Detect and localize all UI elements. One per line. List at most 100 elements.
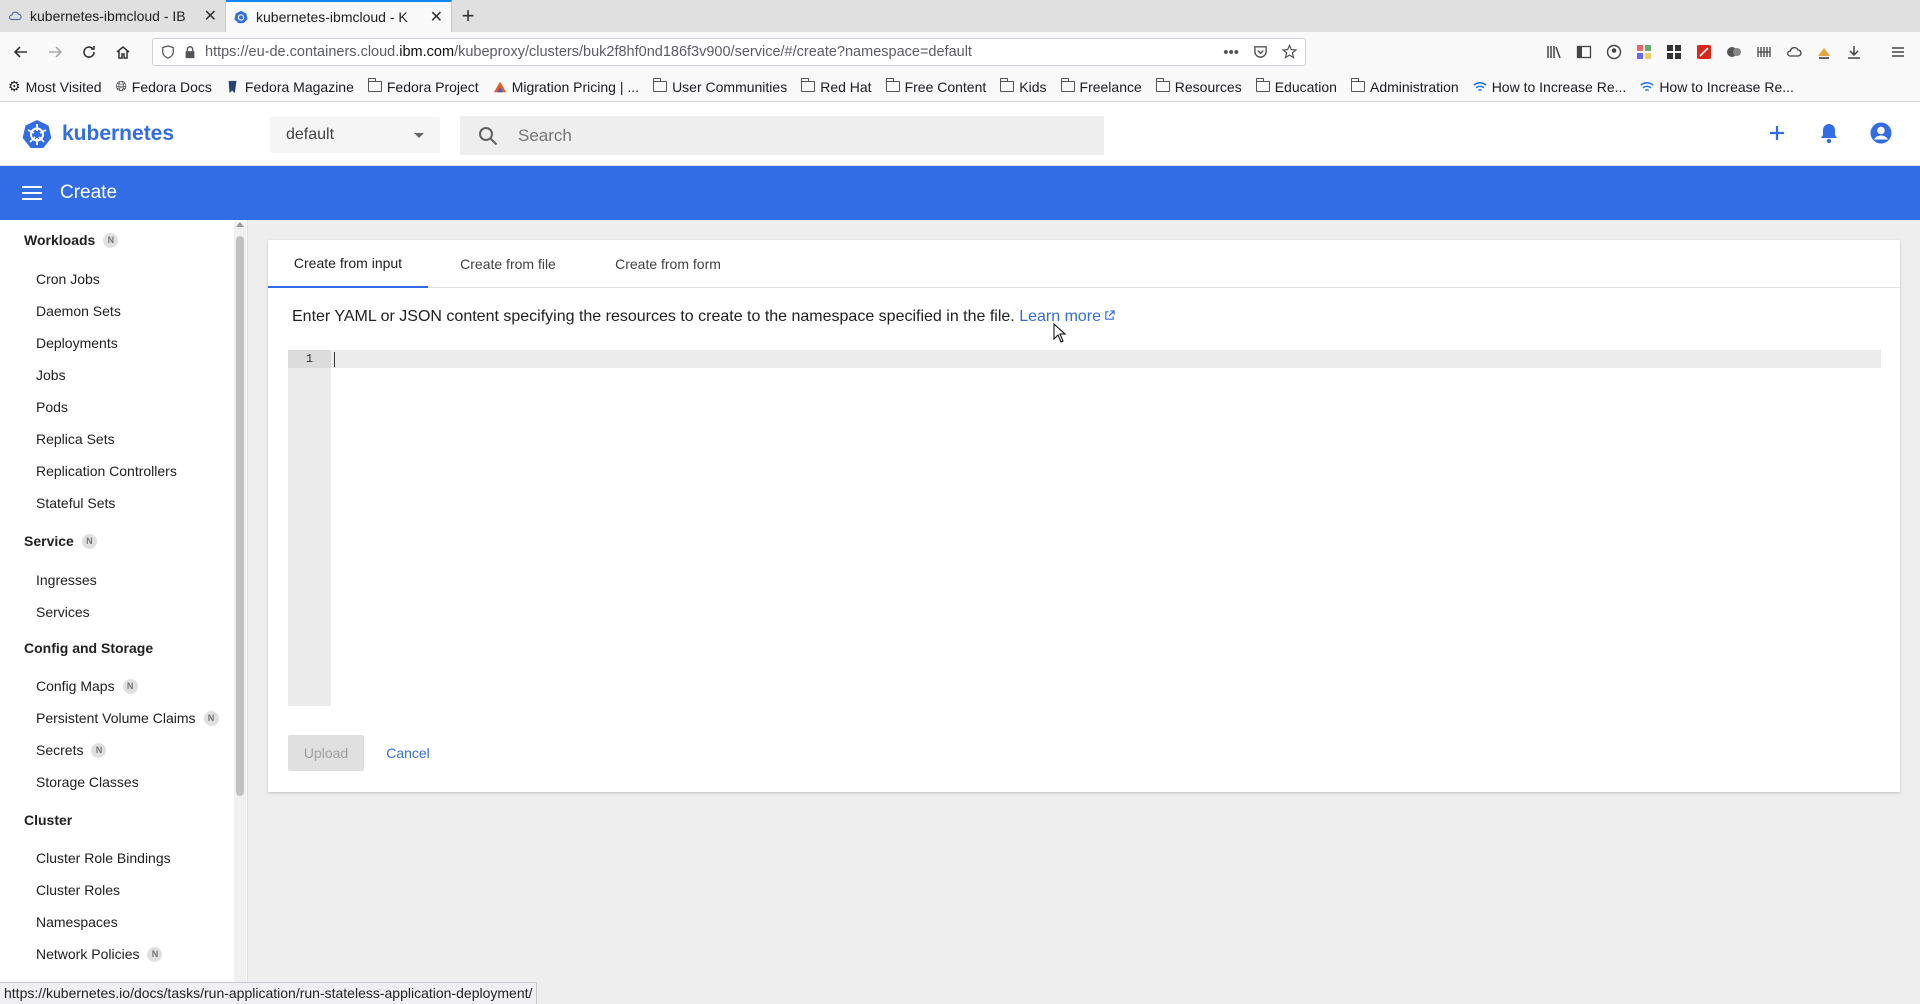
menu-icon[interactable]: [1890, 44, 1906, 60]
account-circle-icon: [1870, 122, 1892, 144]
back-button[interactable]: [6, 37, 36, 67]
folder-icon: [653, 78, 668, 92]
browser-tab-ibmcloud[interactable]: kubernetes-ibmcloud - IB ✕: [0, 0, 226, 32]
page-actions-icon[interactable]: •••: [1223, 44, 1239, 61]
url-text[interactable]: https://eu-de.containers.cloud.ibm.com/k…: [205, 44, 1215, 60]
sidebar-item-network-policies[interactable]: Network Policies N: [36, 946, 163, 962]
sidebar-item-cron-jobs[interactable]: Cron Jobs: [36, 271, 100, 287]
kubernetes-icon: [22, 120, 52, 148]
bookmark-fedora-magazine[interactable]: Fedora Magazine: [226, 79, 354, 95]
browser-tab-kubernetes[interactable]: kubernetes-ibmcloud - K ✕: [226, 0, 452, 32]
close-icon[interactable]: ✕: [204, 6, 217, 26]
sidebar-item-cluster-roles[interactable]: Cluster Roles: [36, 882, 120, 898]
screenshot-icon[interactable]: [1816, 44, 1832, 60]
extension-grid-icon[interactable]: [1636, 44, 1652, 60]
sidebar-item-services[interactable]: Services: [36, 604, 90, 620]
library-icon[interactable]: [1546, 44, 1562, 60]
address-bar[interactable]: https://eu-de.containers.cloud.ibm.com/k…: [152, 38, 1306, 66]
search-input[interactable]: Search: [460, 116, 1104, 155]
sidebar-item-label: Storage Classes: [36, 774, 139, 790]
download-icon[interactable]: [1846, 44, 1862, 60]
learn-more-link[interactable]: Learn more: [1019, 308, 1115, 325]
sidebar-item-storage-classes[interactable]: Storage Classes: [36, 774, 139, 790]
sidebar-item-secrets[interactable]: Secrets N: [36, 742, 107, 758]
cancel-button[interactable]: Cancel: [374, 735, 442, 771]
bookmark-free-content[interactable]: Free Content: [885, 78, 986, 95]
account-icon[interactable]: [1606, 44, 1622, 60]
bookmark-fedora-docs[interactable]: 🌐︎ Fedora Docs: [116, 78, 212, 95]
hamburger-menu-icon[interactable]: [22, 186, 42, 200]
sidebar-item-label: Daemon Sets: [36, 303, 121, 319]
sidebar-item-cluster-role-bindings[interactable]: Cluster Role Bindings: [36, 850, 171, 866]
bookmark-most-visited[interactable]: ⚙ Most Visited: [8, 78, 102, 95]
bookmark-how-to-increase-1[interactable]: How to Increase Re...: [1473, 78, 1627, 95]
sidebar-item-ingresses[interactable]: Ingresses: [36, 572, 97, 588]
reload-button[interactable]: [74, 37, 104, 67]
bookmark-red-hat[interactable]: Red Hat: [801, 78, 872, 95]
bookmark-label: How to Increase Re...: [1491, 78, 1627, 95]
extension-icon[interactable]: [1726, 44, 1742, 60]
tab-create-from-input[interactable]: Create from input: [268, 240, 428, 288]
sidebar-section-service[interactable]: Service N: [24, 533, 97, 549]
sidebar-item-namespaces[interactable]: Namespaces: [36, 914, 118, 930]
editor-gutter: [288, 350, 331, 706]
bookmark-fedora-project[interactable]: Fedora Project: [367, 78, 479, 95]
sidebar-item-label: Secrets: [36, 742, 84, 758]
lock-icon[interactable]: [183, 45, 197, 59]
home-button[interactable]: [108, 37, 138, 67]
bookmark-label: User Communities: [672, 78, 788, 95]
new-tab-button[interactable]: +: [452, 0, 484, 32]
editor-active-line[interactable]: [331, 350, 1881, 368]
sidebar-section-config-storage[interactable]: Config and Storage: [24, 640, 153, 656]
pdf-extension-icon[interactable]: [1696, 44, 1712, 60]
bookmark-resources[interactable]: Resources: [1155, 78, 1242, 95]
kubernetes-logo[interactable]: kubernetes: [22, 119, 174, 149]
sidebar-scrollbar[interactable]: [234, 222, 246, 982]
bookmark-how-to-increase-2[interactable]: How to Increase Re...: [1640, 79, 1794, 95]
sidebar-item-stateful-sets[interactable]: Stateful Sets: [36, 495, 115, 511]
folder-icon: [1000, 78, 1015, 92]
yaml-editor[interactable]: 1: [288, 350, 1881, 706]
bookmark-education[interactable]: Education: [1255, 78, 1337, 95]
bookmark-user-communities[interactable]: User Communities: [653, 78, 788, 95]
home-icon: [116, 46, 130, 59]
user-account-button[interactable]: [1868, 120, 1894, 146]
scroll-up-icon[interactable]: [236, 222, 244, 227]
sidebar-item-config-maps[interactable]: Config Maps N: [36, 678, 138, 694]
ruler-icon[interactable]: [1756, 44, 1772, 60]
create-plus-button[interactable]: [1764, 120, 1790, 146]
sidebar-section-cluster[interactable]: Cluster: [24, 812, 72, 828]
tab-create-from-form[interactable]: Create from form: [588, 240, 748, 288]
sidebar-item-label: Replication Controllers: [36, 463, 177, 479]
apps-icon[interactable]: [1666, 44, 1682, 60]
sidebar-item-pods[interactable]: Pods: [36, 399, 68, 415]
sidebar-item-replication-controllers[interactable]: Replication Controllers: [36, 463, 177, 479]
bookmark-administration[interactable]: Administration: [1350, 78, 1459, 95]
shield-icon[interactable]: [161, 45, 175, 59]
sidebar-item-replica-sets[interactable]: Replica Sets: [36, 431, 115, 447]
sidebar-item-deployments[interactable]: Deployments: [36, 335, 118, 351]
tab-label: Create from form: [615, 256, 721, 272]
wifi-icon: [1640, 81, 1654, 91]
tab-create-from-file[interactable]: Create from file: [428, 240, 588, 288]
sidebar-item-daemon-sets[interactable]: Daemon Sets: [36, 303, 121, 319]
bookmark-migration-pricing[interactable]: Migration Pricing | ...: [493, 79, 639, 95]
upload-button[interactable]: Upload: [288, 735, 364, 771]
bookmark-kids[interactable]: Kids: [1000, 78, 1047, 95]
tab-label: Create from file: [460, 256, 556, 272]
pocket-icon[interactable]: [1253, 44, 1268, 59]
sidebar-item-jobs[interactable]: Jobs: [36, 367, 66, 383]
forward-button[interactable]: [40, 37, 70, 67]
scrollbar-thumb[interactable]: [236, 236, 244, 796]
sidebar-item-persistent-volume-claims[interactable]: Persistent Volume Claims N: [36, 710, 219, 726]
cloud-sync-icon[interactable]: [1786, 44, 1802, 60]
namespace-select[interactable]: default: [270, 117, 440, 153]
sidebar-section-workloads[interactable]: Workloads N: [24, 232, 119, 248]
close-icon[interactable]: ✕: [430, 7, 443, 27]
sidebar-toggle-icon[interactable]: [1576, 44, 1592, 60]
text-cursor: [334, 352, 335, 367]
bookmark-star-icon[interactable]: [1282, 43, 1297, 59]
bookmark-label: Kids: [1019, 78, 1047, 95]
bookmark-freelance[interactable]: Freelance: [1060, 78, 1142, 95]
notifications-button[interactable]: [1816, 120, 1842, 146]
